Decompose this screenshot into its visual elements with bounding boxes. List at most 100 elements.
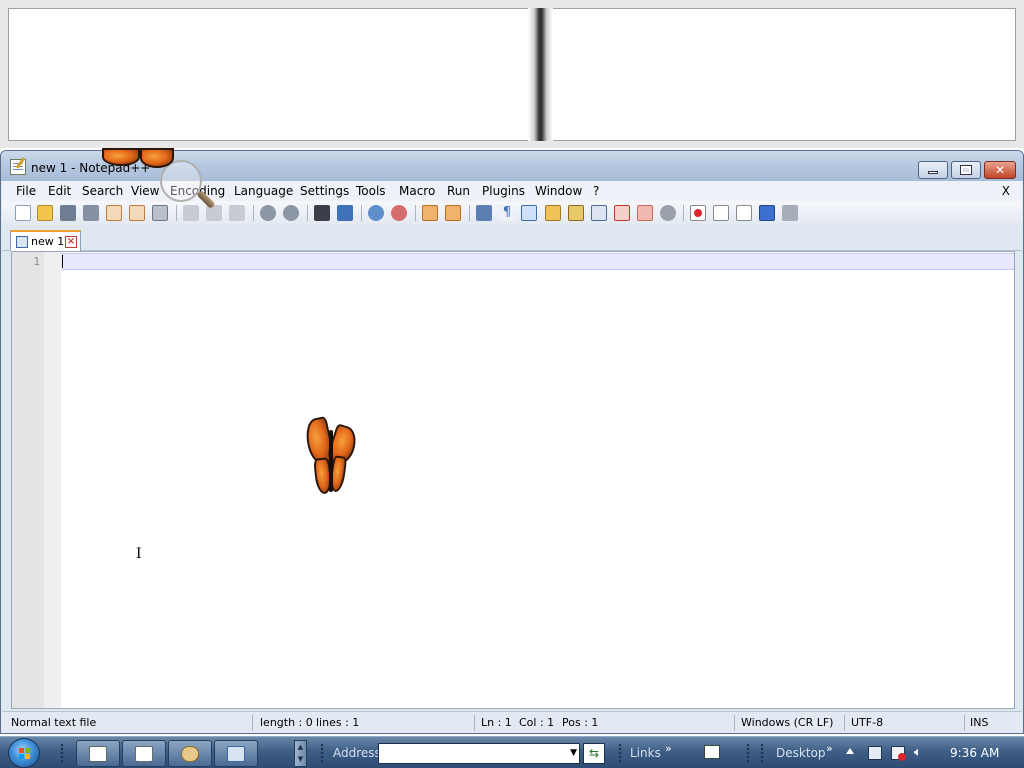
menu-help[interactable]: ?: [593, 184, 599, 198]
close-all-icon[interactable]: [129, 205, 145, 221]
toolbar-separator: [176, 205, 177, 221]
menu-run[interactable]: Run: [447, 184, 470, 198]
menu-settings[interactable]: Settings: [300, 184, 349, 198]
network-icon[interactable]: [868, 746, 882, 760]
butterfly-icon: [302, 416, 361, 500]
status-lines: lines : 1: [316, 716, 360, 729]
system-clock[interactable]: 9:36 AM: [950, 746, 999, 760]
menu-language[interactable]: Language: [234, 184, 293, 198]
fold-margin[interactable]: [44, 252, 61, 708]
links-label[interactable]: Links: [630, 746, 661, 760]
save-icon[interactable]: [60, 205, 76, 221]
toolbar-grip[interactable]: [746, 743, 750, 763]
address-input[interactable]: ▼: [378, 743, 580, 764]
menu-view[interactable]: View: [131, 184, 159, 198]
save-macro-icon[interactable]: [782, 205, 798, 221]
record-macro-icon[interactable]: [690, 205, 706, 221]
volume-icon[interactable]: 🔈︎: [914, 746, 928, 760]
menu-file[interactable]: File: [16, 184, 36, 198]
status-separator: [964, 715, 965, 731]
toolbar-separator: [253, 205, 254, 221]
replace-icon[interactable]: [337, 205, 353, 221]
tab-close-icon[interactable]: ×: [65, 236, 77, 248]
document-map-icon[interactable]: [568, 205, 584, 221]
folder-as-workspace-icon[interactable]: [614, 205, 630, 221]
links-chevron-icon[interactable]: »: [665, 742, 672, 755]
taskbar-notepadpp-button[interactable]: [76, 740, 120, 767]
close-document-button[interactable]: X: [1002, 184, 1010, 198]
desktop-label[interactable]: Desktop: [776, 746, 826, 760]
word-wrap-icon[interactable]: [476, 205, 492, 221]
current-line-highlight: [61, 253, 1014, 270]
menu-bar: File Edit Search View Encoding Language …: [2, 181, 1022, 201]
menu-tools[interactable]: Tools: [356, 184, 386, 198]
status-insert-mode[interactable]: INS: [970, 716, 988, 729]
monitoring-eye-icon[interactable]: [660, 205, 676, 221]
status-separator: [844, 715, 845, 731]
menu-plugins[interactable]: Plugins: [482, 184, 525, 198]
user-language-icon[interactable]: [545, 205, 561, 221]
start-button[interactable]: [8, 738, 40, 768]
status-col: Col : 1: [519, 716, 555, 729]
toolbar-separator: [415, 205, 416, 221]
run-macro-multiple-icon[interactable]: [759, 205, 775, 221]
taskbar: ▲ ▼ Address ▼ ⇆ Links » Desktop » 🔈︎ 9:36…: [0, 736, 1024, 768]
sync-vertical-icon[interactable]: [422, 205, 438, 221]
redo-icon[interactable]: [283, 205, 299, 221]
background-left-pane: [8, 8, 528, 141]
new-file-icon[interactable]: [15, 205, 31, 221]
address-go-button[interactable]: ⇆: [583, 743, 605, 764]
zoom-out-icon[interactable]: [391, 205, 407, 221]
indent-guide-icon[interactable]: [521, 205, 537, 221]
action-center-icon[interactable]: [891, 746, 906, 761]
function-list-icon[interactable]: [591, 205, 607, 221]
status-separator: [252, 715, 253, 731]
toolbar-grip[interactable]: [760, 743, 764, 763]
close-icon[interactable]: [106, 205, 122, 221]
taskbar-app-button[interactable]: [122, 740, 166, 767]
menu-search[interactable]: Search: [82, 184, 123, 198]
taskbar-paint-button[interactable]: [168, 740, 212, 767]
desktop-chevron-icon[interactable]: »: [826, 742, 833, 755]
background-pane-divider[interactable]: [528, 8, 553, 141]
text-caret: [62, 255, 63, 268]
text-editor[interactable]: 1 I: [11, 251, 1015, 709]
toolbar-separator: [361, 205, 362, 221]
monitoring-icon[interactable]: [637, 205, 653, 221]
stop-macro-icon[interactable]: [713, 205, 729, 221]
menu-window[interactable]: Window: [535, 184, 582, 198]
quick-launch-notepad-icon[interactable]: [704, 745, 720, 759]
window-switch-icon: [227, 746, 245, 762]
maximize-button[interactable]: [951, 161, 981, 179]
notepadpp-window: new 1 - Notepad++ ✕ File Edit Search Vie…: [0, 150, 1024, 734]
taskbar-explorer-button[interactable]: [214, 740, 258, 767]
status-encoding[interactable]: UTF-8: [851, 716, 883, 729]
taskbar-grip[interactable]: [60, 743, 64, 763]
print-icon[interactable]: [152, 205, 168, 221]
cut-icon[interactable]: [183, 205, 199, 221]
close-window-button[interactable]: ✕: [984, 161, 1016, 179]
taskbar-scroll-button[interactable]: ▲ ▼: [294, 740, 307, 767]
show-hidden-icons-icon[interactable]: [846, 748, 854, 754]
save-all-icon[interactable]: [83, 205, 99, 221]
playback-macro-icon[interactable]: [736, 205, 752, 221]
undo-icon[interactable]: [260, 205, 276, 221]
toolbar-separator: [469, 205, 470, 221]
show-all-chars-icon[interactable]: ¶: [499, 205, 515, 221]
zoom-in-icon[interactable]: [368, 205, 384, 221]
line-number: 1: [33, 255, 40, 268]
open-file-icon[interactable]: [37, 205, 53, 221]
status-eol[interactable]: Windows (CR LF): [741, 716, 833, 729]
menu-macro[interactable]: Macro: [399, 184, 435, 198]
sync-horizontal-icon[interactable]: [445, 205, 461, 221]
minimize-button[interactable]: [918, 161, 948, 179]
file-icon: [16, 236, 28, 248]
notepad-app-icon[interactable]: [10, 159, 26, 175]
chevron-down-icon[interactable]: ▼: [570, 748, 577, 758]
paste-icon[interactable]: [229, 205, 245, 221]
find-icon[interactable]: [314, 205, 330, 221]
tab-new-1[interactable]: new 1 ×: [10, 230, 81, 251]
toolbar-grip[interactable]: [618, 743, 622, 763]
menu-edit[interactable]: Edit: [48, 184, 71, 198]
toolbar-grip[interactable]: [320, 743, 324, 763]
